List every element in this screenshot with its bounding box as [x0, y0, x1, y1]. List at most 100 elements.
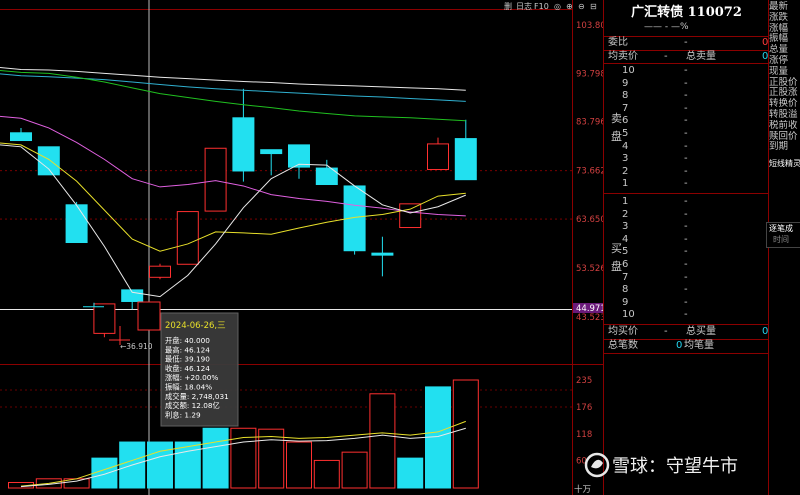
tooltip-row: 开盘: 40.000 [165, 336, 210, 345]
price-tick-label: 73.662 [576, 167, 603, 177]
candle-up[interactable] [204, 147, 227, 212]
total-sell-label: 总卖量 [686, 51, 716, 62]
order-level-price: - [684, 165, 688, 177]
sidebar-item[interactable]: 转换价 [769, 98, 800, 109]
candle-down[interactable] [260, 149, 283, 155]
order-level: 8- [604, 90, 769, 102]
volume-tick-label: 176 [576, 403, 592, 413]
change-line: —— - —% [644, 22, 689, 32]
order-level: 4- [604, 141, 769, 153]
order-level: 7- [604, 103, 769, 115]
tooltip-row: 收盘: 46.124 [165, 364, 210, 373]
order-level-price: - [684, 115, 688, 127]
sidebar-item[interactable]: 现量 [769, 66, 800, 77]
order-level-index: 5 [622, 246, 629, 258]
volume-bar[interactable] [452, 379, 479, 489]
toolbar-item: 删 [504, 1, 512, 11]
sidebar-item[interactable]: 振幅 [769, 33, 800, 44]
kline-chart[interactable]: 103.80193.79883.79673.66263.65053.52644.… [0, 0, 603, 495]
volume-bar[interactable] [341, 451, 368, 489]
volume-bar[interactable] [258, 428, 285, 489]
order-level: 5- [604, 128, 769, 140]
tick-label: 逐笔成 [769, 224, 793, 233]
tooltip-row: 涨幅: +20.00% [165, 373, 218, 382]
order-level-price: - [684, 140, 688, 152]
candle-down[interactable] [37, 146, 60, 176]
volume-tick-label: 235 [576, 376, 592, 386]
candle-down[interactable] [454, 138, 477, 181]
candle-up[interactable] [427, 143, 449, 171]
avg-sell-label: 均卖价 [608, 51, 638, 62]
candle-up[interactable] [149, 265, 171, 278]
candle-down[interactable] [371, 252, 394, 256]
candle-down[interactable] [65, 204, 88, 244]
order-level-index: 1 [622, 178, 629, 190]
sidebar-item[interactable]: 涨停 [769, 55, 800, 66]
xueqiu-logo-icon [584, 452, 610, 478]
candle-down[interactable] [10, 132, 32, 142]
sidebar-item[interactable]: 总量 [769, 44, 800, 55]
tooltip-row: 利息: 1.29 [165, 410, 201, 419]
candle-down[interactable] [232, 117, 255, 172]
volume-bar[interactable] [202, 427, 229, 489]
candle-up[interactable] [176, 211, 199, 265]
quote-panel: 广汇转债 110072 —— - —% 委比 - 0 均卖价 - 总卖量 0 卖… [603, 0, 769, 495]
sidebar-extra[interactable]: 短线精灵 [769, 158, 800, 169]
order-level-index: 7 [622, 102, 629, 114]
volume-bar[interactable] [147, 441, 173, 489]
order-level: 6- [604, 115, 769, 127]
sidebar-item[interactable]: 税前收 [769, 120, 800, 131]
volume-bar[interactable] [369, 393, 396, 489]
order-level: 4- [604, 234, 769, 246]
order-level: 9- [604, 297, 769, 309]
order-level: 2- [604, 209, 769, 221]
volume-bar[interactable] [397, 457, 424, 489]
order-level-index: 4 [622, 233, 629, 245]
tooltip-row: 成交额: 12.08亿 [165, 401, 220, 410]
volume-bar[interactable] [174, 441, 201, 489]
order-level-index: 9 [622, 77, 629, 89]
sidebar-item[interactable]: 涨跌 [769, 12, 800, 23]
order-level: 10 - [604, 309, 769, 321]
stock-title: 广汇转债 110072 [631, 5, 742, 20]
sidebar-item[interactable]: 赎回价 [769, 131, 800, 142]
sidebar-item[interactable]: 到期 [769, 141, 800, 152]
sidebar-item[interactable]: 涨幅 [769, 23, 800, 34]
order-level-index: 2 [622, 165, 629, 177]
toolbar-item: ⊟ [590, 2, 597, 11]
candle-up[interactable] [399, 203, 422, 229]
toolbar-item: ⊕ [566, 2, 573, 11]
sidebar-item[interactable]: 正股涨 [769, 87, 800, 98]
order-level-index: 2 [622, 208, 629, 220]
toolbar-item: ◎ [554, 2, 561, 11]
tooltip-row: 最高: 46.124 [165, 345, 210, 354]
order-level: 5- [604, 246, 769, 258]
volume-bar[interactable] [286, 441, 312, 489]
order-level-price: - [684, 153, 688, 165]
avg-sell-value: - [664, 51, 668, 62]
order-level-index: 6 [622, 115, 629, 127]
tick-box[interactable]: 逐笔成 时间 [766, 222, 800, 248]
pre-marker [137, 301, 161, 331]
order-level-index: 9 [622, 296, 629, 308]
sidebar-item[interactable]: 最新 [769, 1, 800, 12]
order-level-index: 8 [622, 284, 629, 296]
order-level-price: - [684, 233, 688, 245]
order-level-price: - [684, 128, 688, 139]
price-tick-label: 93.798 [576, 69, 603, 79]
order-level-price: - [684, 77, 688, 89]
volume-bar[interactable] [91, 457, 118, 489]
order-level-index: 6 [622, 259, 629, 270]
volume-bar[interactable] [313, 459, 340, 489]
order-level-index: 10 [622, 65, 635, 76]
avg-buy-label: 均买价 [608, 326, 638, 337]
candle-up[interactable] [93, 303, 116, 334]
order-level-price: - [684, 309, 688, 321]
order-level-price: - [684, 296, 688, 308]
order-level: 3- [604, 153, 769, 165]
order-level-index: 8 [622, 90, 629, 102]
sidebar-item[interactable]: 正股价 [769, 77, 800, 88]
sidebar-item[interactable]: 转股溢 [769, 109, 800, 120]
order-level: 2- [604, 166, 769, 178]
order-level-index: 3 [622, 153, 629, 165]
